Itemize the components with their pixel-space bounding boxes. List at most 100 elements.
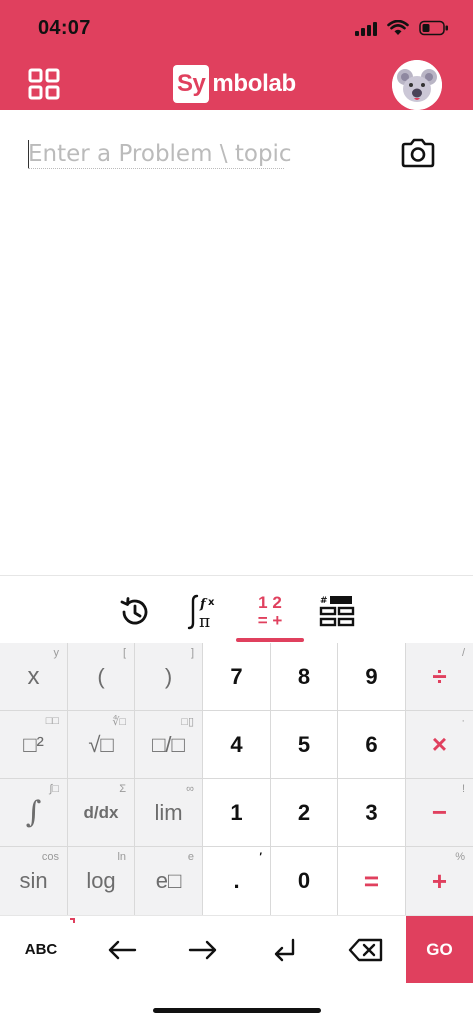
svg-text:f: f: [199, 597, 208, 612]
problem-input[interactable]: [28, 136, 368, 172]
key-fraction[interactable]: □/□ □▯: [135, 711, 202, 778]
key-label: log: [86, 868, 116, 893]
grid-icon[interactable]: [28, 68, 60, 100]
key-4[interactable]: 4: [203, 711, 270, 778]
wifi-icon: [387, 20, 409, 36]
key-sup: □▯: [181, 716, 194, 728]
key-label: 6: [365, 731, 378, 757]
key-sup: ·: [461, 715, 465, 727]
key-label: 7: [230, 663, 243, 689]
key-label: 8: [297, 663, 311, 689]
key-label: x: [27, 662, 40, 690]
numbers-tab-bottom: = +: [257, 611, 283, 630]
keyboard-bottom-bar: ABC GO: [0, 915, 473, 983]
history-icon[interactable]: [103, 586, 167, 638]
key-label: 3: [365, 799, 378, 825]
key-close-paren[interactable]: ) ]: [135, 643, 202, 710]
key-derivative[interactable]: d/dx Σ: [68, 779, 134, 846]
key-equals[interactable]: =: [338, 847, 405, 915]
key-sup: ′: [259, 851, 262, 863]
key-1[interactable]: 1: [203, 779, 270, 846]
key-limit[interactable]: lim ∞: [135, 779, 202, 846]
key-5[interactable]: 5: [271, 711, 337, 778]
key-label: 2: [297, 799, 311, 825]
svg-text:#: #: [320, 596, 328, 606]
key-sup: !: [461, 783, 465, 795]
key-label: □/□: [152, 731, 185, 757]
logo-box: Sy: [173, 65, 210, 103]
key-log[interactable]: log ln: [68, 847, 134, 915]
key-square[interactable]: □² □□: [0, 711, 67, 778]
key-6[interactable]: 6: [338, 711, 405, 778]
key-label: lim: [154, 799, 183, 825]
enter-icon[interactable]: [244, 916, 326, 983]
key-7[interactable]: 7: [203, 643, 270, 710]
key-label: 5: [297, 731, 311, 757]
battery-icon: [419, 20, 449, 36]
key-sup: ∜□: [112, 716, 126, 728]
key-decimal[interactable]: . ′: [203, 847, 270, 915]
integral-functions-icon[interactable]: f x π: [172, 586, 236, 638]
arrow-left-icon[interactable]: [82, 916, 162, 983]
key-label: ÷: [432, 661, 447, 691]
abc-label: ABC: [24, 941, 58, 958]
key-sup: ]: [190, 647, 194, 659]
key-multiply[interactable]: × ·: [406, 711, 473, 778]
symbolab-logo: Sy mbolab: [173, 64, 296, 104]
input-underline: [28, 168, 284, 169]
key-label: 1: [230, 799, 243, 825]
key-0[interactable]: 0: [271, 847, 337, 915]
arrow-right-icon[interactable]: [162, 916, 244, 983]
key-sup: ∞: [186, 783, 194, 795]
key-3[interactable]: 3: [338, 779, 405, 846]
key-sup: ∫□: [49, 783, 59, 795]
key-label: ∫: [25, 795, 42, 830]
key-label: 4: [230, 731, 243, 757]
key-label: .: [233, 868, 240, 893]
key-label: □²: [23, 731, 44, 757]
key-sup: %: [455, 851, 465, 863]
key-sin[interactable]: sin cos: [0, 847, 67, 915]
numbers-tab-top: 1 2: [258, 593, 282, 612]
app-root: 04:07 Sy mbolab Enter a Problem \ topic …: [0, 0, 473, 1024]
key-label: sin: [19, 868, 48, 893]
key-label: 0: [297, 868, 311, 893]
keyboard-tabs: f x π 1 2 = + #: [0, 575, 473, 643]
key-integral[interactable]: ∫ ∫□: [0, 779, 67, 846]
key-open-paren[interactable]: ( [: [68, 643, 134, 710]
keypad: x y ( [ ) ] 7 8 9 ÷ / □² □□ √□ ∜□ □/□ □▯…: [0, 643, 473, 915]
key-plus[interactable]: + %: [406, 847, 473, 915]
key-9[interactable]: 9: [338, 643, 405, 710]
backspace-icon[interactable]: [326, 916, 406, 983]
numbers-icon[interactable]: 1 2 = +: [236, 586, 304, 642]
key-label: d/dx: [83, 802, 119, 822]
home-indicator: [153, 1008, 321, 1013]
key-sup: □□: [45, 715, 59, 727]
logo-text: mbolab: [212, 70, 296, 97]
key-label: −: [431, 797, 448, 827]
key-sup: e: [187, 851, 194, 863]
key-x-power[interactable]: x y: [0, 643, 67, 710]
header: 04:07 Sy mbolab: [0, 0, 473, 110]
key-exp[interactable]: e□ e: [135, 847, 202, 915]
key-8[interactable]: 8: [271, 643, 337, 710]
key-label: (: [97, 663, 105, 689]
matrix-icon[interactable]: #: [305, 586, 369, 638]
abc-button[interactable]: ABC: [0, 916, 82, 983]
key-divide[interactable]: ÷ /: [406, 643, 473, 710]
key-sup: y: [53, 647, 60, 659]
key-label: +: [431, 865, 448, 896]
key-sup: /: [461, 647, 465, 659]
key-label: ): [164, 663, 173, 689]
camera-icon[interactable]: [400, 138, 436, 168]
svg-text:x: x: [208, 597, 215, 608]
status-time: 04:07: [38, 17, 91, 39]
go-label: GO: [426, 939, 453, 959]
key-sqrt[interactable]: √□ ∜□: [68, 711, 134, 778]
go-button[interactable]: GO: [406, 916, 473, 983]
svg-text:π: π: [199, 612, 210, 632]
key-2[interactable]: 2: [271, 779, 337, 846]
koala-avatar-icon[interactable]: [392, 60, 442, 110]
key-label: =: [363, 865, 380, 896]
key-minus[interactable]: − !: [406, 779, 473, 846]
